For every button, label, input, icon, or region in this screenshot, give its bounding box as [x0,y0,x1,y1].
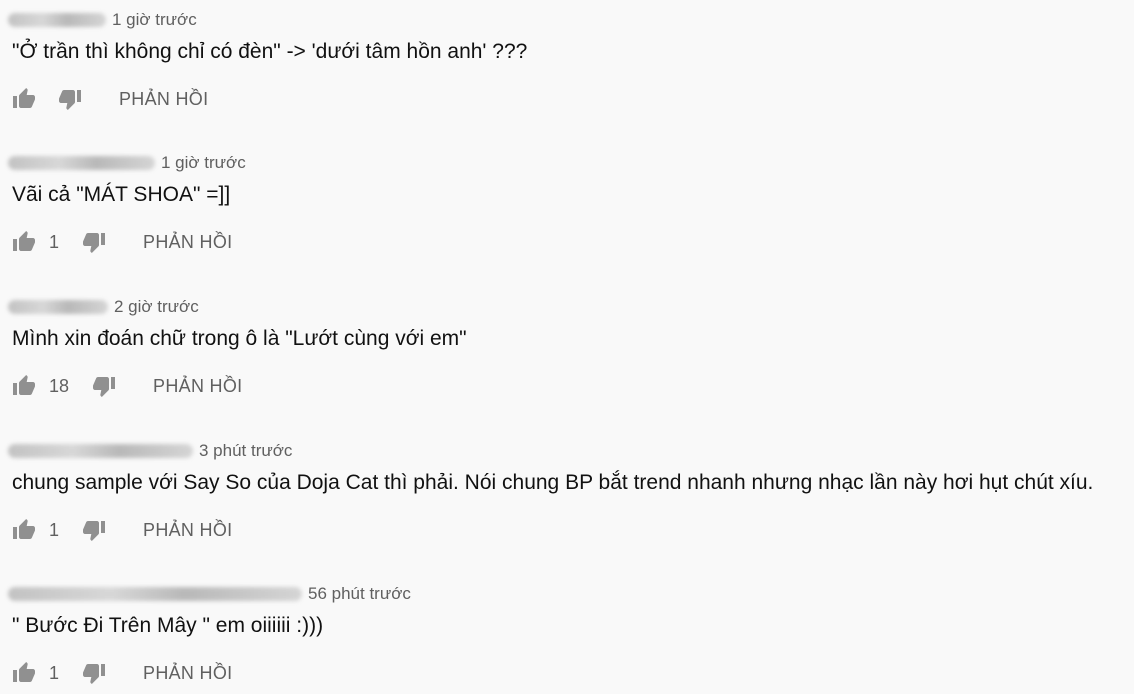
comment-text: Mình xin đoán chữ trong ô là "Lướt cùng … [12,327,467,350]
reply-button[interactable]: PHẢN HỒI [143,520,232,541]
comment-item: 3 phút trước chung sample với Say So của… [0,431,1134,551]
thumb-down-icon[interactable] [57,86,83,112]
comment-time[interactable]: 1 giờ trước [161,153,246,173]
comment-time[interactable]: 2 giờ trước [114,297,199,317]
comment-actions: 1 PHẢN HỒI [11,517,232,543]
comment-actions: 1 PHẢN HỒI [11,660,232,686]
reply-button[interactable]: PHẢN HỒI [143,663,232,684]
thumb-up-icon[interactable] [11,229,37,255]
reply-button[interactable]: PHẢN HỒI [119,89,208,110]
comment-meta: 1 giờ trước [8,153,246,173]
like-count: 18 [49,375,70,396]
comment-item: 56 phút trước " Bước Đi Trên Mây " em oi… [0,574,1134,694]
comment-actions: 18 PHẢN HỒI [11,373,242,399]
like-count: 1 [49,231,60,252]
comment-meta: 1 giờ trước [8,10,197,30]
author-name-blurred[interactable] [8,300,108,314]
like-count: 1 [49,662,60,683]
thumb-up-icon[interactable] [11,373,37,399]
comment-time[interactable]: 3 phút trước [199,441,292,461]
reply-button[interactable]: PHẢN HỒI [153,376,242,397]
comment-text: " Bước Đi Trên Mây " em oiiiiii :))) [12,614,324,637]
comment-time[interactable]: 56 phút trước [308,584,411,604]
author-name-blurred[interactable] [8,13,106,27]
comment-meta: 2 giờ trước [8,297,199,317]
comment-meta: 3 phút trước [8,441,292,461]
comment-time[interactable]: 1 giờ trước [112,10,197,30]
like-count: 1 [49,519,60,540]
thumb-down-icon[interactable] [81,229,107,255]
comment-actions: PHẢN HỒI [11,86,208,112]
thumb-down-icon[interactable] [81,517,107,543]
comment-text: "Ở trần thì không chỉ có đèn" -> 'dưới t… [12,40,528,63]
thumb-down-icon[interactable] [91,373,117,399]
comment-item: 1 giờ trước Vãi cả "MÁT SHOA" =]] 1 PHẢN… [0,143,1134,263]
reply-button[interactable]: PHẢN HỒI [143,232,232,253]
author-name-blurred[interactable] [8,156,155,170]
author-name-blurred[interactable] [8,444,193,458]
thumb-up-icon[interactable] [11,517,37,543]
comment-meta: 56 phút trước [8,584,411,604]
comment-actions: 1 PHẢN HỒI [11,229,232,255]
thumb-up-icon[interactable] [11,86,37,112]
comment-text: chung sample với Say So của Doja Cat thì… [12,471,1094,494]
thumb-down-icon[interactable] [81,660,107,686]
thumb-up-icon[interactable] [11,660,37,686]
author-name-blurred[interactable] [8,587,302,601]
comment-item: 1 giờ trước "Ở trần thì không chỉ có đèn… [0,0,1134,120]
comment-item: 2 giờ trước Mình xin đoán chữ trong ô là… [0,287,1134,407]
comment-text: Vãi cả "MÁT SHOA" =]] [12,183,231,206]
